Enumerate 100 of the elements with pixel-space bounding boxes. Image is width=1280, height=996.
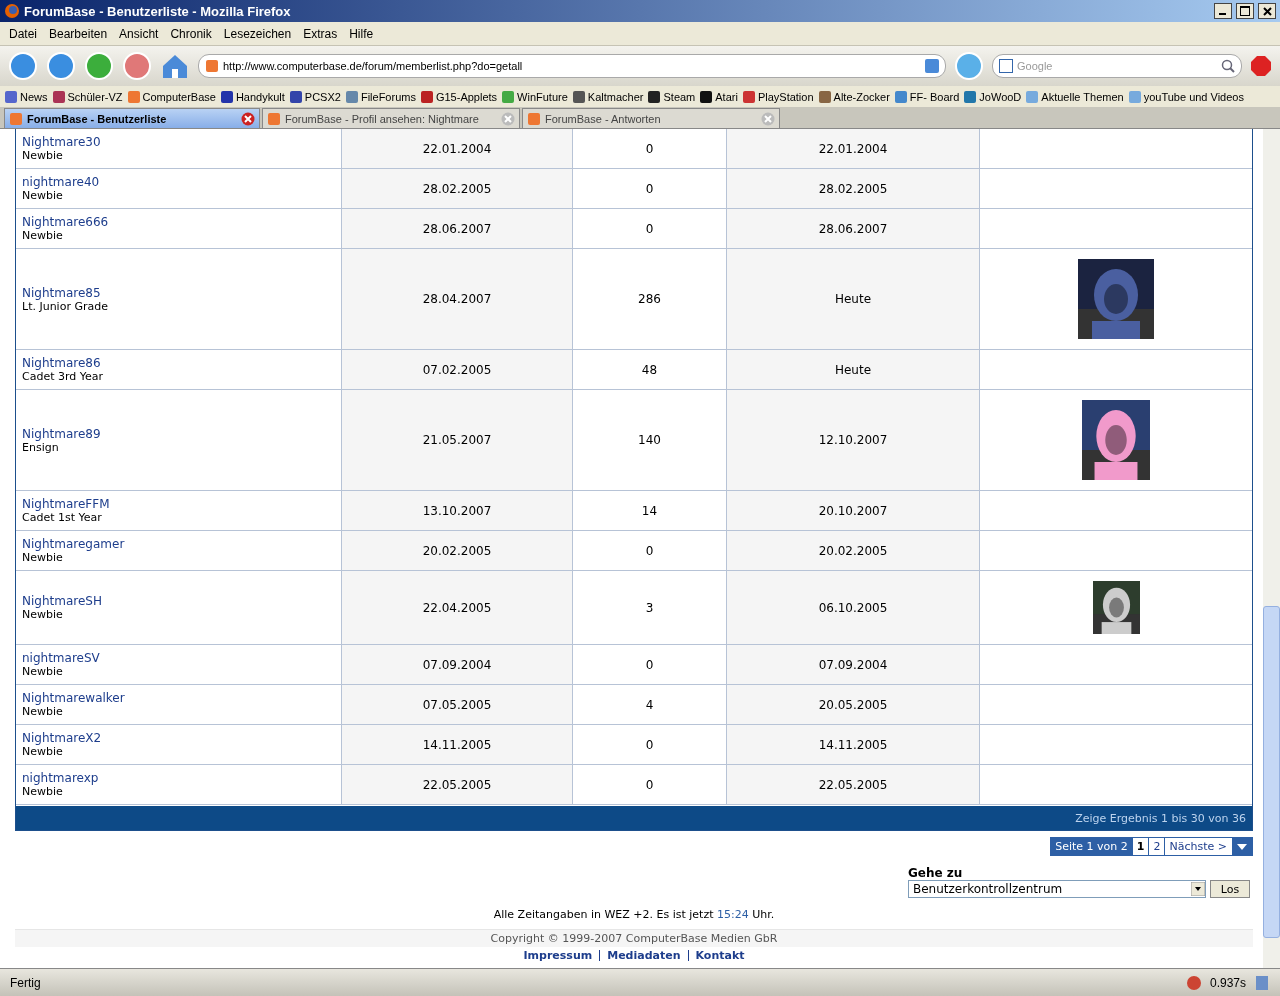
dropdown-icon[interactable] (1191, 882, 1205, 896)
member-link[interactable]: Nightmare30 (22, 135, 341, 149)
bookmark-icon (1127, 89, 1142, 104)
bookmark-icon (817, 89, 832, 104)
member-link[interactable]: Nightmare666 (22, 215, 341, 229)
bookmark-icon (9, 111, 23, 126)
jump-label: Gehe zu (908, 866, 964, 880)
footer-link[interactable]: Kontakt (695, 949, 745, 962)
menu-item[interactable]: Hilfe (349, 26, 374, 41)
close-button[interactable] (1258, 3, 1276, 19)
bookmark-item[interactable]: JoWooD (963, 89, 1022, 104)
stop-sign-icon[interactable] (1250, 55, 1272, 77)
member-rank: Lt. Junior Grade (22, 299, 109, 313)
bookmark-item[interactable]: Atari (699, 89, 738, 104)
table-cell: 07.02.2005 (342, 350, 573, 389)
jump-select[interactable]: Benutzerkontrollzentrum (908, 880, 1206, 898)
bookmark-icon (51, 89, 66, 104)
member-link[interactable]: Nightmarewalker (22, 691, 341, 705)
table-cell: 13.10.2007 (342, 491, 573, 530)
member-link[interactable]: Nightmaregamer (22, 537, 341, 551)
table-cell: 14.11.2005 (727, 725, 980, 764)
go-button[interactable]: Los (1210, 880, 1250, 898)
bookmark-icon (893, 89, 908, 104)
page-count: Seite 1 von 2 (1051, 838, 1132, 855)
member-rank: Cadet 1st Year (22, 511, 103, 524)
window-title: ForumBase - Benutzerliste - Mozilla Firefox (24, 3, 292, 19)
footer-link[interactable]: Impressum (523, 949, 593, 962)
bookmark-item[interactable]: FileForums (344, 89, 416, 104)
bookmark-item[interactable]: G15-Applets (419, 89, 498, 104)
bookmark-item[interactable]: PCSX2 (288, 89, 341, 104)
search-icon[interactable] (1221, 59, 1235, 73)
bookmark-item[interactable]: ComputerBase (126, 89, 216, 104)
address-field[interactable]: http://www.computerbase.de/forum/memberlist.php?do=getall (198, 54, 946, 78)
bookmark-item[interactable]: News (4, 89, 48, 104)
maximize-icon (1240, 6, 1250, 16)
bookmark-icon (126, 89, 141, 104)
load-time: 0.937s (1209, 975, 1246, 990)
bookmark-item[interactable]: Handykult (219, 89, 285, 104)
bookmark-item[interactable]: WinFuture (501, 89, 568, 104)
menu-item[interactable]: Ansicht (119, 26, 159, 41)
bookmark-icon (219, 89, 234, 104)
member-link[interactable]: NightmareSH (22, 594, 341, 608)
table-cell: 14.11.2005 (342, 725, 573, 764)
member-link[interactable]: nightmareSV (22, 651, 341, 665)
table-cell: 06.10.2005 (727, 571, 980, 644)
menu-item[interactable]: Chronik (170, 26, 212, 41)
member-rank: Newbie (22, 149, 64, 162)
bookmark-item[interactable]: PlayStation (741, 89, 814, 104)
browser-tab[interactable]: ForumBase - Profil ansehen: Nightmare (262, 108, 520, 128)
member-rank: Cadet 3rd Year (22, 370, 105, 383)
scrollbar-thumb[interactable] (1263, 606, 1280, 938)
bookmark-item[interactable]: FF- Board (893, 89, 960, 104)
table-cell: 22.05.2005 (342, 765, 573, 804)
bookmark-icon (527, 111, 541, 126)
bookmark-item[interactable]: Kaltmacher (571, 89, 644, 104)
table-cell: 28.06.2007 (342, 209, 573, 248)
bookmark-item[interactable]: Aktuelle Themen (1025, 89, 1124, 104)
bookmark-icon (963, 89, 978, 104)
bookmark-icon (4, 89, 18, 104)
timezone-note: Alle Zeitangaben in WEZ +2. Es ist jetzt 15:24 Uhr. (492, 908, 776, 921)
bookmark-item[interactable]: youTube und Videos (1127, 89, 1244, 104)
close-icon[interactable] (241, 111, 255, 126)
table-cell: 20.05.2005 (727, 685, 980, 724)
bookmark-icon (344, 89, 359, 104)
maximize-button[interactable] (1236, 3, 1254, 19)
bookmark-icon (419, 89, 434, 104)
table-cell: 20.02.2005 (342, 531, 573, 570)
member-link[interactable]: Nightmare86 (22, 356, 341, 370)
minimize-button[interactable] (1214, 3, 1232, 19)
member-rank: Newbie (22, 705, 64, 718)
menu-item[interactable]: Extras (303, 26, 338, 41)
table-cell: 28.02.2005 (342, 169, 573, 208)
results-bar: Zeige Ergebnis 1 bis 30 von 36 (16, 805, 1252, 830)
firefox-icon (4, 3, 20, 19)
footer-link[interactable]: Mediadaten (607, 949, 681, 962)
browser-tab[interactable]: ForumBase - Antworten (522, 108, 780, 128)
bookmark-item[interactable]: Alte-Zocker (817, 89, 890, 104)
member-link[interactable]: NightmareX2 (22, 731, 341, 745)
member-rank: Newbie (22, 745, 64, 758)
member-link[interactable]: nightmarexp (22, 771, 341, 785)
bookmark-icon (267, 111, 281, 126)
bookmark-icon (288, 89, 303, 104)
menu-item[interactable]: Bearbeiten (49, 26, 108, 41)
menu-item[interactable]: Datei (9, 26, 37, 41)
browser-tab[interactable]: ForumBase - Benutzerliste (4, 108, 260, 128)
bookmark-item[interactable]: Steam (647, 89, 696, 104)
member-rank: Newbie (22, 551, 64, 564)
table-cell: 22.01.2004 (342, 129, 573, 168)
table-cell: 22.04.2005 (342, 571, 573, 644)
copyright-text: Copyright © 1999-2007 ComputerBase Medien GbR (15, 929, 1253, 947)
bookmark-item[interactable]: Schüler-VZ (51, 89, 123, 104)
member-rank: Newbie (22, 229, 64, 242)
member-link[interactable]: Nightmare89 (22, 426, 341, 441)
menu-item[interactable]: Lesezeichen (223, 26, 292, 41)
table-cell: 28.02.2005 (727, 169, 980, 208)
table-cell: 22.01.2004 (727, 129, 980, 168)
member-link[interactable]: NightmareFFM (22, 497, 341, 511)
member-link[interactable]: Nightmare85 (22, 285, 341, 300)
table-cell: 28.04.2007 (342, 249, 573, 349)
member-link[interactable]: nightmare40 (22, 175, 341, 189)
